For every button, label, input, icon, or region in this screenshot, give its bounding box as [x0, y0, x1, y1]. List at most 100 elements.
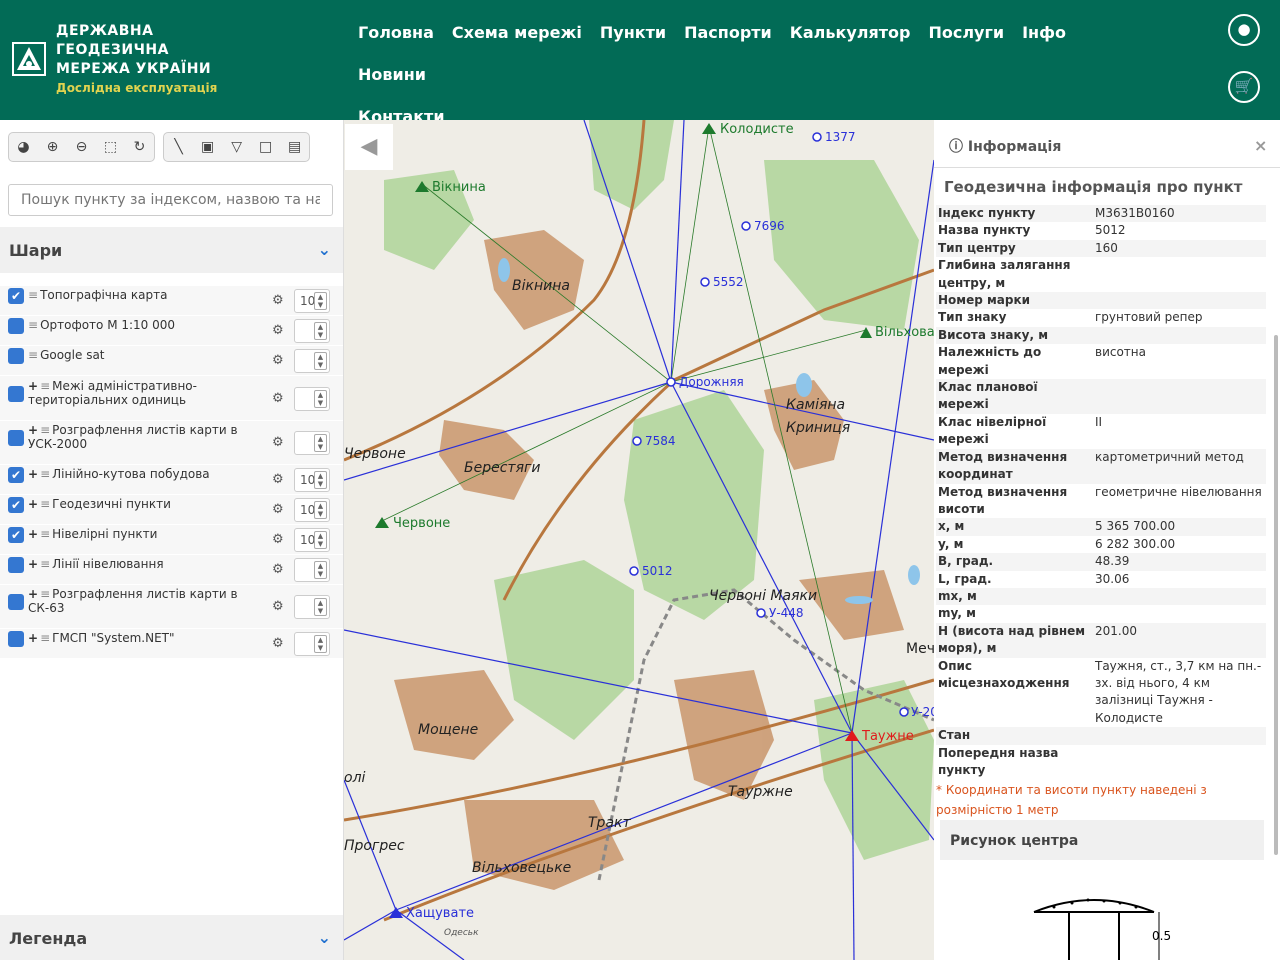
stepper-arrows-icon[interactable]: ▲ ▼ — [314, 389, 327, 408]
layer-row[interactable]: ✔ + ≡ Геодезичні пункти ⚙ 10 ▲ ▼ — [0, 495, 343, 525]
gear-icon[interactable]: ⚙ — [272, 391, 284, 406]
cart-button[interactable]: 🛒 — [1228, 71, 1260, 103]
nav-news[interactable]: Новини — [358, 54, 426, 96]
gear-icon[interactable]: ⚙ — [272, 435, 284, 450]
stepper-arrows-icon[interactable]: ▲ ▼ — [314, 501, 327, 519]
drag-handle-icon[interactable]: ≡ — [28, 348, 38, 362]
gear-icon[interactable]: ⚙ — [272, 599, 284, 614]
info-scrollbar[interactable] — [1274, 335, 1278, 855]
stepper-arrows-icon[interactable]: ▲ ▼ — [314, 531, 327, 549]
layer-checkbox[interactable] — [8, 594, 24, 610]
rectangle-icon[interactable]: □ — [251, 133, 280, 161]
full-extent-icon[interactable]: ◕ — [9, 133, 38, 161]
opacity-stepper[interactable]: 10 ▲ ▼ — [294, 289, 330, 313]
layer-row[interactable]: ✔ ≡ Топографічна карта ⚙ 10 ▲ ▼ — [0, 286, 343, 316]
zoom-in-icon[interactable]: ⊕ — [38, 133, 67, 161]
stepper-arrows-icon[interactable]: ▲ ▼ — [314, 322, 327, 340]
nav-points[interactable]: Пункти — [600, 12, 666, 54]
layer-checkbox[interactable] — [8, 557, 24, 573]
opacity-stepper[interactable]: ▲ ▼ — [294, 431, 330, 455]
layer-checkbox[interactable]: ✔ — [8, 467, 24, 483]
drag-handle-icon[interactable]: ≡ — [40, 587, 50, 601]
refresh-icon[interactable]: ↻ — [125, 133, 154, 161]
gear-icon[interactable]: ⚙ — [272, 353, 284, 368]
opacity-stepper[interactable]: ▲ ▼ — [294, 558, 330, 582]
layer-checkbox[interactable]: ✔ — [8, 527, 24, 543]
layer-checkbox[interactable] — [8, 631, 24, 647]
expand-icon[interactable]: + — [28, 423, 38, 437]
polygon-icon[interactable]: ▽ — [222, 133, 251, 161]
search-input[interactable] — [8, 184, 333, 216]
expand-icon[interactable]: + — [28, 467, 38, 481]
layer-checkbox[interactable] — [8, 430, 24, 446]
opacity-stepper[interactable]: 10 ▲ ▼ — [294, 528, 330, 552]
nav-info[interactable]: Інфо — [1022, 12, 1066, 54]
opacity-stepper[interactable]: ▲ ▼ — [294, 386, 330, 411]
layer-checkbox[interactable]: ✔ — [8, 288, 24, 304]
expand-icon[interactable]: + — [28, 631, 38, 645]
drag-handle-icon[interactable]: ≡ — [40, 527, 50, 541]
layer-row[interactable]: ✔ + ≡ Нівелірні пункти ⚙ 10 ▲ ▼ — [0, 525, 343, 555]
layer-checkbox[interactable] — [8, 318, 24, 334]
legend-header[interactable]: Легенда ⌄ — [0, 915, 343, 960]
layers-header[interactable]: Шари ⌄ — [0, 227, 343, 273]
layer-row[interactable]: + ≡ ГМСП "System.NET" ⚙ ▲ ▼ — [0, 629, 343, 659]
opacity-stepper[interactable]: 10 ▲ ▼ — [294, 468, 330, 492]
nav-network-scheme[interactable]: Схема мережі — [452, 12, 582, 54]
drag-handle-icon[interactable]: ≡ — [40, 467, 50, 481]
figure-header[interactable]: Рисунок центра — [940, 820, 1264, 860]
layer-checkbox[interactable] — [8, 348, 24, 364]
gear-icon[interactable]: ⚙ — [272, 502, 284, 517]
sheet-icon[interactable]: ▣ — [193, 133, 222, 161]
stepper-arrows-icon[interactable]: ▲ ▼ — [314, 598, 327, 616]
nav-home[interactable]: Головна — [358, 12, 434, 54]
layer-row[interactable]: ≡ Google sat ⚙ ▲ ▼ — [0, 346, 343, 376]
nav-calculator[interactable]: Калькулятор — [790, 12, 911, 54]
gear-icon[interactable]: ⚙ — [272, 293, 284, 308]
drag-handle-icon[interactable]: ≡ — [40, 557, 50, 571]
gear-icon[interactable]: ⚙ — [272, 472, 284, 487]
drag-handle-icon[interactable]: ≡ — [40, 423, 50, 437]
stepper-arrows-icon[interactable]: ▲ ▼ — [314, 434, 327, 452]
layer-checkbox[interactable]: ✔ — [8, 497, 24, 513]
drag-handle-icon[interactable]: ≡ — [40, 631, 50, 645]
layer-row[interactable]: + ≡ Лінії нівелювання ⚙ ▲ ▼ — [0, 555, 343, 585]
layer-row[interactable]: + ≡ Розграфлення листів карти в УСК-2000 ⚙ ▲… — [0, 421, 343, 465]
drag-handle-icon[interactable]: ≡ — [28, 288, 38, 302]
expand-icon[interactable]: + — [28, 379, 38, 393]
drag-handle-icon[interactable]: ≡ — [40, 379, 50, 393]
expand-icon[interactable]: + — [28, 587, 38, 601]
stepper-arrows-icon[interactable]: ▲ ▼ — [314, 561, 327, 579]
drag-handle-icon[interactable]: ≡ — [28, 318, 38, 332]
stepper-arrows-icon[interactable]: ▲ ▼ — [314, 352, 327, 370]
close-icon[interactable]: × — [1254, 136, 1267, 155]
opacity-stepper[interactable]: ▲ ▼ — [294, 595, 330, 619]
layer-row[interactable]: + ≡ Межі адміністративно-територіальних од… — [0, 376, 343, 421]
layer-row[interactable]: + ≡ Розграфлення листів карти в СК-63 ⚙ ▲ ▼ — [0, 585, 343, 629]
user-button[interactable]: ● — [1228, 14, 1260, 46]
zoom-box-icon[interactable]: ⬚ — [96, 133, 125, 161]
gear-icon[interactable]: ⚙ — [272, 323, 284, 338]
drag-handle-icon[interactable]: ≡ — [40, 497, 50, 511]
collapse-panel-button[interactable]: ◀ — [345, 124, 393, 170]
expand-icon[interactable]: + — [28, 527, 38, 541]
stepper-arrows-icon[interactable]: ▲ ▼ — [314, 635, 327, 653]
opacity-stepper[interactable]: ▲ ▼ — [294, 632, 330, 656]
map-canvas[interactable]: Колодисте Вікнина Вікнина Вільхова Камія… — [344, 120, 934, 960]
stepper-arrows-icon[interactable]: ▲ ▼ — [314, 292, 327, 310]
opacity-stepper[interactable]: ▲ ▼ — [294, 349, 330, 373]
zoom-out-icon[interactable]: ⊖ — [67, 133, 96, 161]
expand-icon[interactable]: + — [28, 557, 38, 571]
opacity-stepper[interactable]: ▲ ▼ — [294, 319, 330, 343]
logo-title[interactable]: ДЕРЖАВНА ГЕОДЕЗИЧНА МЕРЕЖА УКРАЇНИ — [56, 22, 211, 79]
logo-icon[interactable] — [12, 42, 46, 76]
layer-row[interactable]: ✔ + ≡ Лінійно-кутова побудова ⚙ 10 ▲ ▼ — [0, 465, 343, 495]
layer-checkbox[interactable] — [8, 385, 24, 402]
stepper-arrows-icon[interactable]: ▲ ▼ — [314, 471, 327, 489]
nav-services[interactable]: Послуги — [928, 12, 1004, 54]
gear-icon[interactable]: ⚙ — [272, 636, 284, 651]
gear-icon[interactable]: ⚙ — [272, 562, 284, 577]
opacity-stepper[interactable]: 10 ▲ ▼ — [294, 498, 330, 522]
info-tab[interactable]: ⓘ Інформація × — [934, 120, 1280, 168]
measure-line-icon[interactable]: ╲ — [164, 133, 193, 161]
